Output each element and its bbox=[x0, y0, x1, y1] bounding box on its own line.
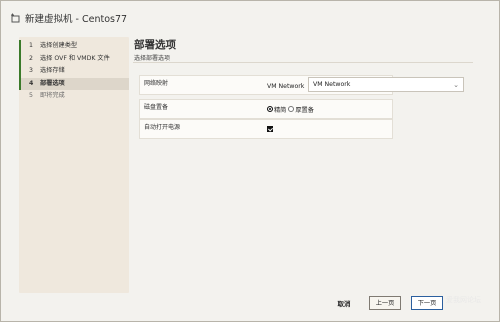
dialog-title: 新建虚拟机 - Centos77 bbox=[25, 14, 128, 25]
auto-power-label: 自动打开电源 bbox=[144, 124, 181, 131]
step-number: 1 bbox=[29, 42, 33, 49]
network-source-label: VM Network bbox=[267, 82, 305, 90]
step-item-2[interactable]: 2 选择 OVF 和 VMDK 文件 bbox=[19, 52, 129, 65]
network-mapping-label: 网络映射 bbox=[144, 80, 169, 87]
disk-provisioning-row: 磁盘置备 bbox=[139, 99, 393, 119]
auto-power-control bbox=[267, 119, 273, 139]
auto-power-row: 自动打开电源 bbox=[139, 119, 393, 139]
step-number: 5 bbox=[29, 92, 33, 99]
step-number: 2 bbox=[29, 54, 33, 62]
title-bar: 新建虚拟机 - Centos77 bbox=[1, 1, 499, 35]
step-item-5: 5 即将完成 bbox=[19, 90, 129, 103]
step-label: 选择存储 bbox=[40, 67, 65, 74]
main-panel: 部署选项 选择部署选项 网络映射 VM Network VM Network ⌄… bbox=[131, 35, 485, 293]
disk-provisioning-label: 磁盘置备 bbox=[144, 104, 169, 111]
footer: 取消 上一页 下一页 bbox=[1, 293, 499, 321]
next-button[interactable]: 下一页 bbox=[411, 296, 443, 310]
step-number: 4 bbox=[29, 79, 34, 87]
steps-sidebar: 1 选择创建类型 2 选择 OVF 和 VMDK 文件 3 选择存储 4 部署选项 5即… bbox=[19, 37, 129, 293]
prev-button[interactable]: 上一页 bbox=[369, 296, 401, 310]
watermark-text: 爱我网论坛 bbox=[446, 296, 481, 304]
cancel-button[interactable]: 取消 bbox=[332, 297, 356, 311]
step-item-4[interactable]: 4 部署选项 bbox=[19, 77, 129, 90]
step-label: 部署选项 bbox=[40, 79, 65, 87]
auto-power-checkbox[interactable] bbox=[267, 126, 273, 132]
radio-thin-label: 精简 bbox=[274, 106, 287, 114]
new-vm-dialog: 新建虚拟机 - Centos77 1 选择创建类型 2 选择 OVF 和 VMDK … bbox=[0, 0, 500, 322]
step-label: 选择创建类型 bbox=[40, 42, 78, 49]
network-select[interactable]: VM Network ⌄ bbox=[308, 77, 464, 92]
divider bbox=[133, 62, 473, 63]
step-item-3[interactable]: 3 选择存储 bbox=[19, 65, 129, 78]
step-label: 即将完成 bbox=[40, 92, 65, 99]
new-vm-icon bbox=[9, 12, 21, 24]
step-item-1[interactable]: 1 选择创建类型 bbox=[19, 40, 129, 53]
radio-thick[interactable] bbox=[288, 106, 295, 112]
radio-thin[interactable] bbox=[267, 106, 273, 112]
page-title: 部署选项 bbox=[134, 39, 176, 51]
radio-thick-label: 厚置备 bbox=[295, 106, 314, 114]
page-subtitle: 选择部署选项 bbox=[134, 55, 171, 62]
step-label: 选择 OVF 和 VMDK 文件 bbox=[40, 54, 110, 62]
step-number: 3 bbox=[29, 67, 33, 74]
chevron-down-icon: ⌄ bbox=[453, 81, 459, 89]
network-select-value: VM Network bbox=[313, 81, 351, 88]
disk-options: 精简 厚置备 bbox=[267, 99, 314, 119]
